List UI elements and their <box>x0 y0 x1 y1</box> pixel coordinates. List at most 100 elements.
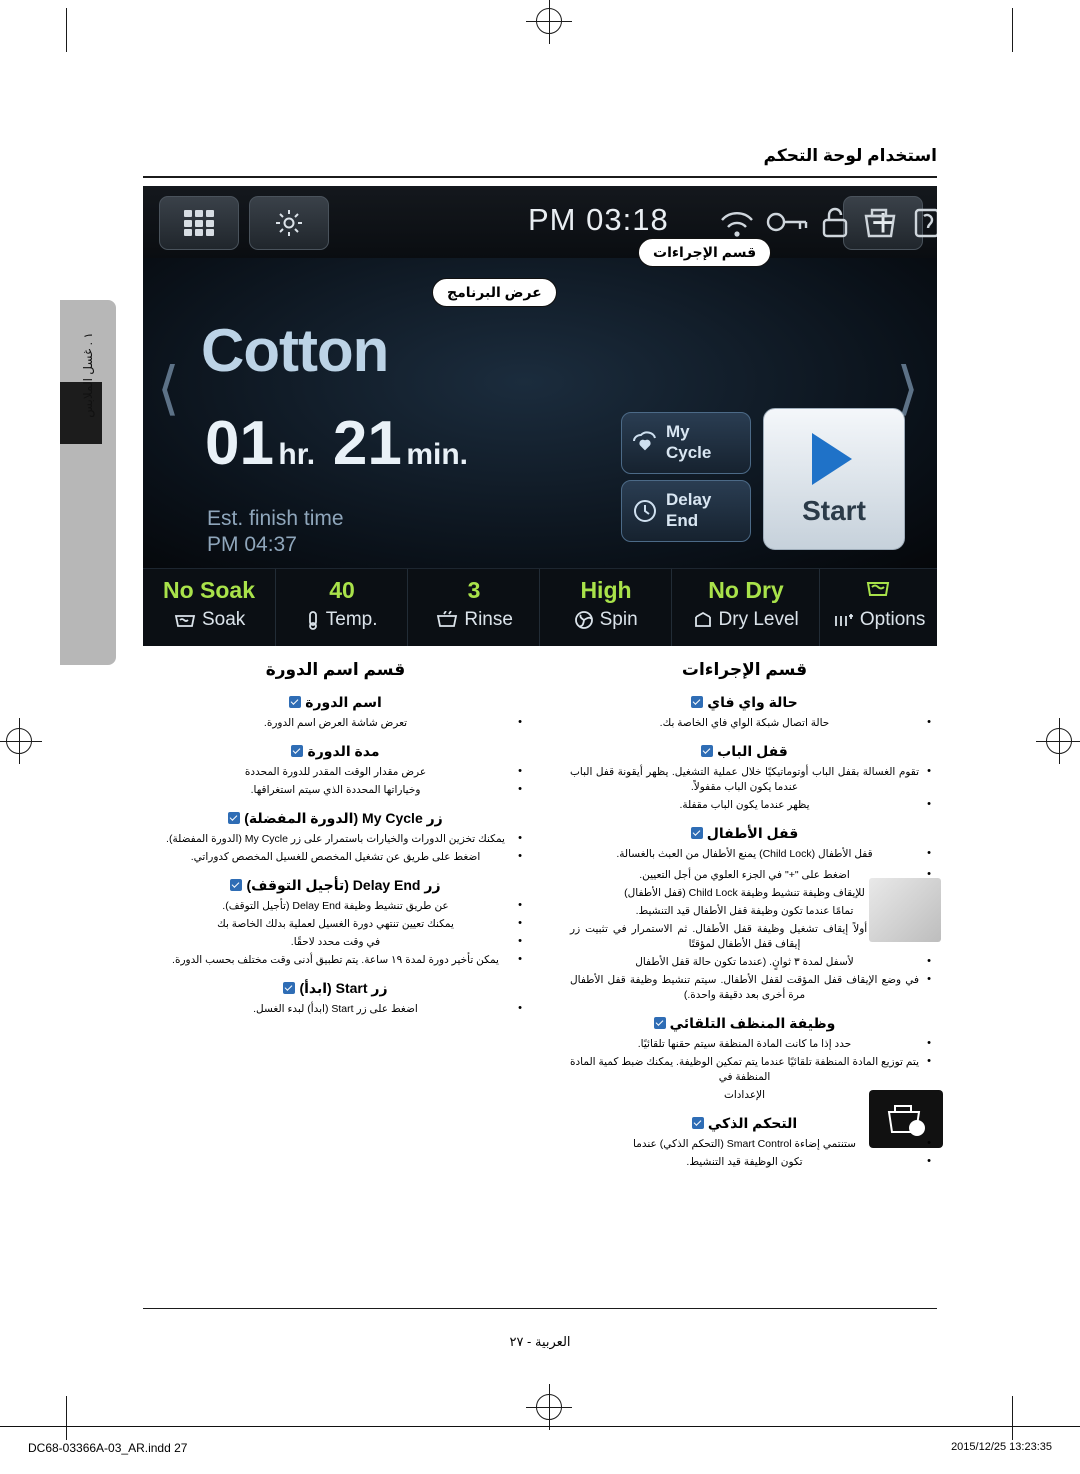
list-item: وخياراتها المحددة الذي سيتم استغراقها. <box>143 782 528 798</box>
option-bar: No Soak Soak 40 Temp. 3 Rinse High Spin … <box>143 568 937 646</box>
chapter-tab-label: ١ . غسل الملابس <box>81 332 95 418</box>
list-item: حدد إذا ما كانت المادة المنظفة سيتم حقنه… <box>552 1036 937 1052</box>
crop-mark <box>1012 8 1013 52</box>
option-dry-level[interactable]: No Dry Dry Level <box>671 569 820 646</box>
option-options[interactable]: Options <box>819 569 937 646</box>
page: استخدام لوحة التحكم ١ . غسل الملابس + PM… <box>0 0 1080 1473</box>
list-item: لأسفل لمدة ٣ ثوانٍ. (عندما تكون حالة قفل… <box>552 954 937 970</box>
list-delay-end-button: عن طريق تنشيط وظيفة Delay End (تأجيل الت… <box>143 898 528 968</box>
heading-my-cycle-button: زر My Cycle (الدورة المفضلة) <box>143 810 528 827</box>
list-item: في وقت محدد لاحقًا. <box>143 934 528 950</box>
cycle-name-title: قسم اسم الدورة <box>265 660 406 679</box>
header-divider <box>143 176 937 178</box>
apps-grid-icon[interactable] <box>159 196 239 250</box>
option-temp[interactable]: 40 Temp. <box>275 569 408 646</box>
heading-door-lock: قفل الباب <box>552 743 937 760</box>
option-options-icon <box>820 577 937 605</box>
option-soak-label: Soak <box>143 609 275 631</box>
remaining-hours: 01 <box>205 409 274 478</box>
checkbox-icon <box>283 982 296 994</box>
procedures-title: قسم الإجراءات <box>681 660 808 679</box>
wifi-icon <box>721 212 753 237</box>
heading-start-button: زر Start (ابدأ) <box>143 980 528 997</box>
heading-child-lock: قفل الأطفال <box>552 825 937 842</box>
checkbox-icon <box>691 696 704 708</box>
heading-delay-end-button: زر Delay End (تأجيل التوقف) <box>143 877 528 894</box>
child-lock-illustration <box>869 878 941 942</box>
my-cycle-button[interactable]: My Cycle <box>621 412 751 474</box>
option-spin[interactable]: High Spin <box>539 569 672 646</box>
list-item: يظهر عندما يكون الباب مقفلة. <box>552 797 937 813</box>
heading-cycle-duration: مدة الدورة <box>143 743 528 760</box>
detergent-icon <box>864 208 896 238</box>
checkbox-icon <box>690 827 703 839</box>
option-dry-level-label: Dry Level <box>672 609 820 631</box>
previous-cycle-chevron-icon[interactable]: ⟨ <box>157 354 180 422</box>
column-cycle-name: قسم اسم الدورة اسم الدورة تعرض شاشة العر… <box>143 660 528 1023</box>
list-door-lock: تقوم الغسالة بقفل الباب أوتوماتيكيًا خلا… <box>552 764 937 813</box>
display-top-bar: + PM 03:18 <box>143 186 937 258</box>
checkbox-icon <box>289 696 302 708</box>
remaining-minutes: 21 <box>332 409 402 478</box>
gear-icon[interactable] <box>249 196 329 250</box>
print-timestamp: 2015/12/25 13:23:35 <box>951 1441 1052 1453</box>
list-item: تعرض شاشة العرض اسم الدورة. <box>143 715 528 731</box>
list-my-cycle-button: يمكنك تخزين الدورات والخيارات باستمرار ع… <box>143 831 528 865</box>
clock-display: PM 03:18 <box>528 202 669 237</box>
list-item: قفل الأطفال (Child Lock) يمنع الأطفال من… <box>552 846 937 862</box>
delay-end-icon <box>630 495 660 530</box>
list-smart-control: ستنتمي إضاءة Smart Control (التحكم الذكي… <box>552 1136 937 1170</box>
checkbox-icon <box>691 1117 704 1129</box>
checkbox-icon <box>701 745 714 757</box>
checkbox-icon <box>228 812 241 824</box>
door-lock-icon <box>822 207 848 238</box>
list-item: اضغط على طريق عن تشغيل المخصص للغسيل الم… <box>143 849 528 865</box>
list-wifi-status: حالة اتصال شبكة الواي فاي الخاصة بك. <box>552 715 937 731</box>
delay-end-button[interactable]: Delay End <box>621 480 751 542</box>
list-item: تقوم الغسالة بقفل الباب أوتوماتيكيًا خلا… <box>552 764 937 795</box>
page-title: استخدام لوحة التحكم <box>763 146 937 165</box>
heading-smart-control: التحكم الذكي <box>552 1115 937 1132</box>
list-item: يتم توزيع المادة المنظفة تلقائيًا عندما … <box>552 1054 937 1085</box>
list-item: اضغط على زر Start (ابدأ) لبدء الغسل. <box>143 1001 528 1017</box>
option-options-label: Options <box>820 609 937 631</box>
start-button[interactable]: Start <box>763 408 905 550</box>
estimated-finish: Est. finish time PM 04:37 <box>207 506 344 558</box>
remaining-time: 01 hr. 21 min. <box>205 408 468 479</box>
option-rinse[interactable]: 3 Rinse <box>407 569 540 646</box>
list-item: تكون الوظيفة قيد التنشيط. <box>552 1154 937 1170</box>
control-panel-display: + PM 03:18 ⟨ ⟩ Cotton 01 hr. 21 min. Est… <box>143 186 937 646</box>
remaining-hours-unit: hr. <box>278 438 316 471</box>
list-item: عرض مقدار الوقت المقدر للدورة المحددة <box>143 764 528 780</box>
checkbox-icon <box>653 1017 666 1029</box>
heading-auto-detergent: وظيفة المنظف التلقائي <box>552 1015 937 1032</box>
checkbox-icon <box>230 879 243 891</box>
option-temp-label: Temp. <box>276 609 408 631</box>
estimated-finish-time: PM 04:37 <box>207 533 297 556</box>
cycle-name: Cotton <box>201 317 389 384</box>
option-spin-value: High <box>580 577 632 603</box>
option-rinse-value: 3 <box>467 577 481 603</box>
list-item: عن طريق تنشيط وظيفة Delay End (تأجيل الت… <box>143 898 528 914</box>
my-cycle-icon <box>630 427 660 462</box>
start-label: Start <box>802 495 866 526</box>
list-cycle-name: تعرض شاشة العرض اسم الدورة. <box>143 715 528 731</box>
crop-mark <box>66 8 67 52</box>
key-icon <box>766 212 808 232</box>
option-dry-level-value: No Dry <box>708 577 784 603</box>
delay-end-label: Delay End <box>666 490 712 530</box>
list-start-button: اضغط على زر Start (ابدأ) لبدء الغسل. <box>143 1001 528 1017</box>
list-item: حالة اتصال شبكة الواي فاي الخاصة بك. <box>552 715 937 731</box>
option-soak[interactable]: No Soak Soak <box>143 569 275 646</box>
remaining-minutes-unit: min. <box>406 438 468 471</box>
list-item: يمكنك تعيين تنتهي دورة الغسيل لعملية بدل… <box>143 916 528 932</box>
option-rinse-label: Rinse <box>408 609 540 631</box>
option-temp-value: 40 <box>329 577 355 603</box>
column-procedures: قسم الإجراءات حالة واي فاي حالة اتصال شب… <box>552 660 943 1176</box>
heading-cycle-name: اسم الدورة <box>143 694 528 711</box>
page-number: العربية - ٢٧ <box>509 1334 571 1349</box>
list-item: يمكنك تخزين الدورات والخيارات باستمرار ع… <box>143 831 528 847</box>
list-child-lock-intro: قفل الأطفال (Child Lock) يمنع الأطفال من… <box>552 846 937 862</box>
play-icon <box>812 433 852 485</box>
option-soak-value: No Soak <box>162 577 256 603</box>
